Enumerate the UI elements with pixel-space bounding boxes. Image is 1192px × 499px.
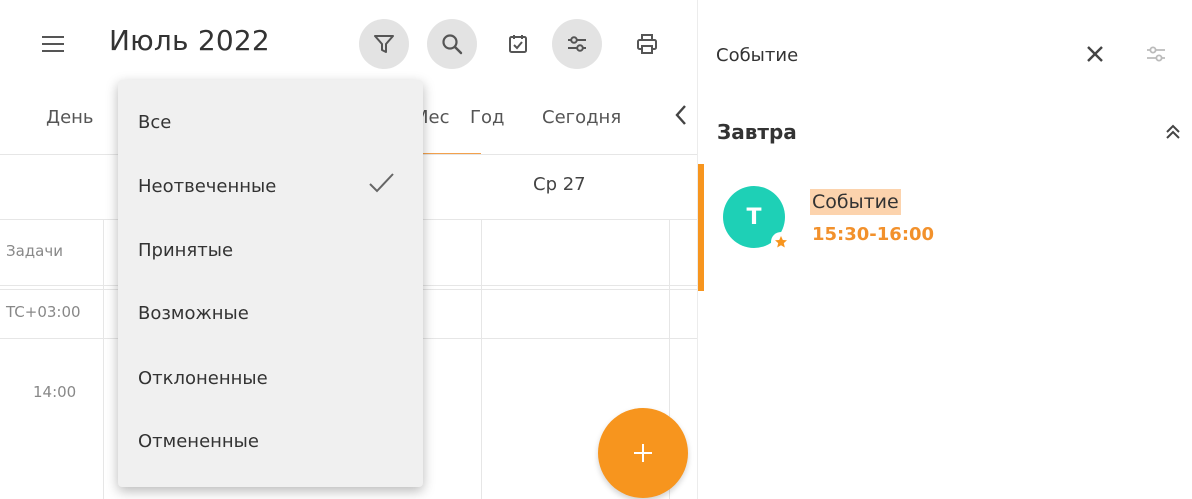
close-panel-button[interactable]: [1080, 39, 1110, 69]
timezone-label: TC+03:00: [6, 303, 81, 321]
panel-settings-button[interactable]: [1141, 39, 1171, 69]
calendar-check-button[interactable]: [493, 19, 543, 69]
grid-line: [481, 219, 482, 499]
menu-button[interactable]: [37, 28, 69, 60]
search-button[interactable]: [427, 19, 477, 69]
section-title: Завтра: [717, 120, 797, 144]
prev-period-button[interactable]: [674, 104, 688, 131]
sliders-icon: [568, 36, 586, 52]
add-event-button[interactable]: [598, 408, 688, 498]
filter-option-unanswered[interactable]: Неотвеченные: [138, 176, 276, 197]
print-button[interactable]: [622, 19, 672, 69]
print-icon: [637, 34, 657, 54]
filter-icon: [374, 35, 394, 53]
filter-button[interactable]: [359, 19, 409, 69]
view-settings-button[interactable]: [552, 19, 602, 69]
month-title[interactable]: Июль 2022: [109, 24, 270, 57]
tab-today[interactable]: Сегодня: [542, 107, 621, 128]
grid-line: [103, 219, 104, 499]
search-icon: [442, 34, 463, 55]
filter-dropdown: Все Неотвеченные Принятые Возможные Откл…: [118, 80, 423, 487]
tab-day[interactable]: День: [46, 107, 94, 128]
check-icon: [368, 172, 396, 198]
close-icon: [1087, 46, 1103, 62]
settings-sliders-icon: [1147, 46, 1165, 62]
calendar-view: Июль 2022 День Мес Год Сегодня Ср 27 Зад…: [0, 0, 697, 499]
hour-label: 14:00: [33, 383, 77, 401]
plus-icon: [634, 444, 652, 462]
event-side-panel: Событие Завтра Т Событие 15:30-16:00: [697, 0, 1192, 499]
filter-option-cancelled[interactable]: Отмененные: [138, 431, 259, 452]
event-time: 15:30-16:00: [812, 224, 935, 245]
filter-option-all[interactable]: Все: [138, 112, 171, 133]
event-name[interactable]: Событие: [810, 189, 901, 215]
tasks-label: Задачи: [6, 242, 63, 260]
panel-title: Событие: [716, 45, 799, 66]
menu-icon: [42, 36, 64, 52]
tab-year[interactable]: Год: [470, 107, 504, 128]
filter-option-accepted[interactable]: Принятые: [138, 240, 233, 261]
collapse-section-button[interactable]: [1160, 119, 1186, 145]
day-header[interactable]: Ср 27: [533, 174, 586, 195]
filter-option-declined[interactable]: Отклоненные: [138, 368, 268, 389]
calendar-check-icon: [509, 35, 527, 53]
event-accent-bar: [698, 164, 704, 291]
star-icon: [771, 232, 791, 252]
double-chevron-up-icon: [1166, 124, 1180, 139]
chevron-left-icon: [675, 105, 686, 125]
filter-option-tentative[interactable]: Возможные: [138, 303, 249, 324]
